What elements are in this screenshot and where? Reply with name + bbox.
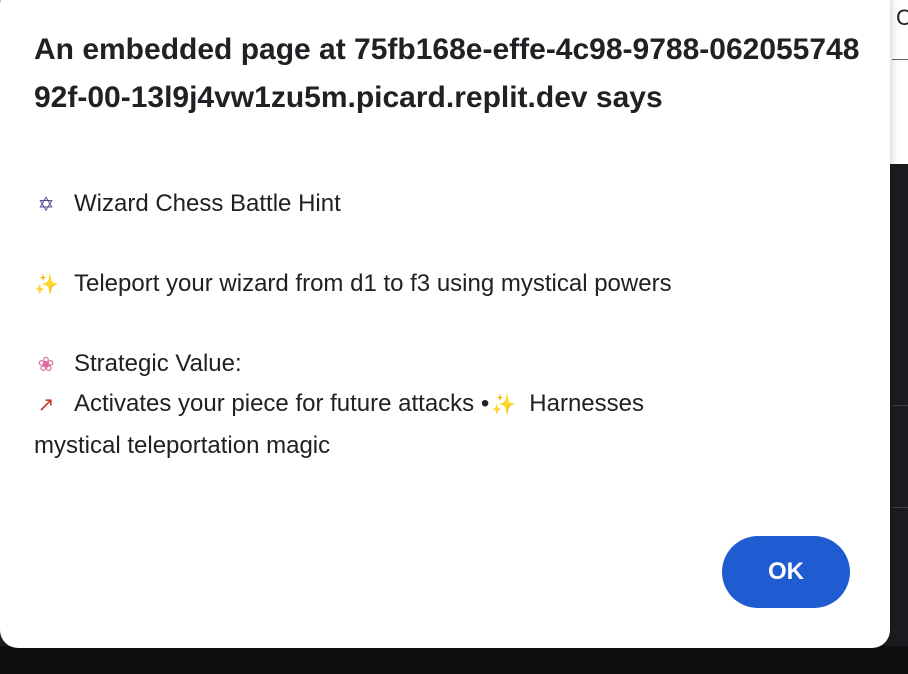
strategic-line: ❀ Strategic Value: [34, 344, 854, 384]
underlying-divider [892, 59, 908, 60]
wizard-icon: ✡ [37, 192, 55, 216]
brain-icon: ❀ [37, 352, 55, 376]
ok-button[interactable]: OK [722, 536, 850, 608]
hint-title: Wizard Chess Battle Hint [74, 190, 341, 217]
underlying-page-footer [0, 646, 908, 674]
hint-title-line: ✡ Wizard Chess Battle Hint [34, 184, 854, 224]
move-line: ✨ Teleport your wizard from d1 to f3 usin… [34, 264, 854, 304]
strategic-label: Strategic Value: [74, 350, 242, 377]
underlying-separator [892, 405, 908, 406]
value-line: ↗ Activates your piece for future attacks… [34, 384, 854, 424]
underlying-text-fragment: C [896, 5, 908, 30]
chart-increasing-icon: ↗ [37, 392, 55, 416]
sparkles-icon: ✨ [491, 392, 517, 416]
underlying-separator [892, 507, 908, 508]
value-text-c: mystical teleportation magic [34, 432, 331, 459]
sparkles-icon: ✨ [34, 272, 59, 296]
value-text-a: Activates your piece for future attacks … [74, 390, 490, 417]
value-text-b: Harnesses [529, 390, 644, 417]
alert-dialog: An embedded page at 75fb168e-effe-4c98-9… [0, 0, 890, 648]
move-text: Teleport your wizard from d1 to f3 using… [74, 270, 672, 297]
value-line-continued: mystical teleportation magic [34, 426, 854, 466]
browser-page: C An embedded page at 75fb168e-effe-4c98… [0, 0, 908, 674]
dialog-title: An embedded page at 75fb168e-effe-4c98-9… [34, 33, 860, 114]
